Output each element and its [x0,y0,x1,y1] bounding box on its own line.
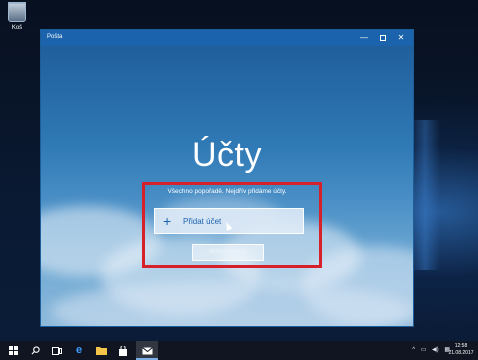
store-button[interactable] [112,341,134,360]
network-icon[interactable]: ▭ [421,347,427,353]
system-tray: ^ ▭ ◀) ▦ [408,341,450,360]
close-button[interactable]: ✕ [392,30,410,46]
recycle-bin-icon [8,2,26,22]
edge-button[interactable]: e [68,341,90,360]
plus-icon: + [163,213,172,229]
search-button[interactable] [24,341,46,360]
store-icon [119,344,127,356]
page-title: Účty [192,136,262,174]
window-title: Pošta [47,34,63,40]
folder-icon [95,347,107,356]
title-bar[interactable]: Pošta — ✕ [41,30,413,46]
get-started-button[interactable]: Můžeme začít [192,244,264,261]
clock[interactable]: 12:58 21.08.2017 [448,343,474,357]
mail-taskbar-button[interactable] [136,341,158,360]
maximize-button[interactable] [374,30,392,46]
volume-icon[interactable]: ◀) [432,347,439,353]
search-icon [31,346,40,355]
show-hidden-icons-icon[interactable]: ^ [412,347,415,353]
add-account-label: Přidat účet [183,217,222,226]
taskbar: e ^ ▭ ◀) ▦ 12:58 21.08.2017 [0,341,478,360]
windows-logo-icon [8,346,18,356]
mouse-cursor-icon [223,221,233,231]
add-account-button[interactable]: + Přidat účet [154,208,304,234]
recycle-bin-label: Koš [11,25,23,31]
mail-icon [141,346,153,355]
maximize-icon [380,34,386,41]
accounts-page: Účty Všechno popořadě. Nejdřív přidáme ú… [41,46,413,326]
clock-time: 12:58 [454,343,468,349]
task-view-icon [52,346,62,355]
edge-icon: e [75,344,83,356]
mail-window: Pošta — ✕ Účty Všechno popořadě. Nejdřív… [40,29,414,327]
task-view-button[interactable] [46,341,68,360]
start-button[interactable] [2,341,24,360]
file-explorer-button[interactable] [90,341,112,360]
wallpaper-light [410,120,440,270]
minimize-button[interactable]: — [355,30,373,46]
clock-date: 21.08.2017 [448,350,474,356]
recycle-bin[interactable]: Koš [4,2,30,31]
